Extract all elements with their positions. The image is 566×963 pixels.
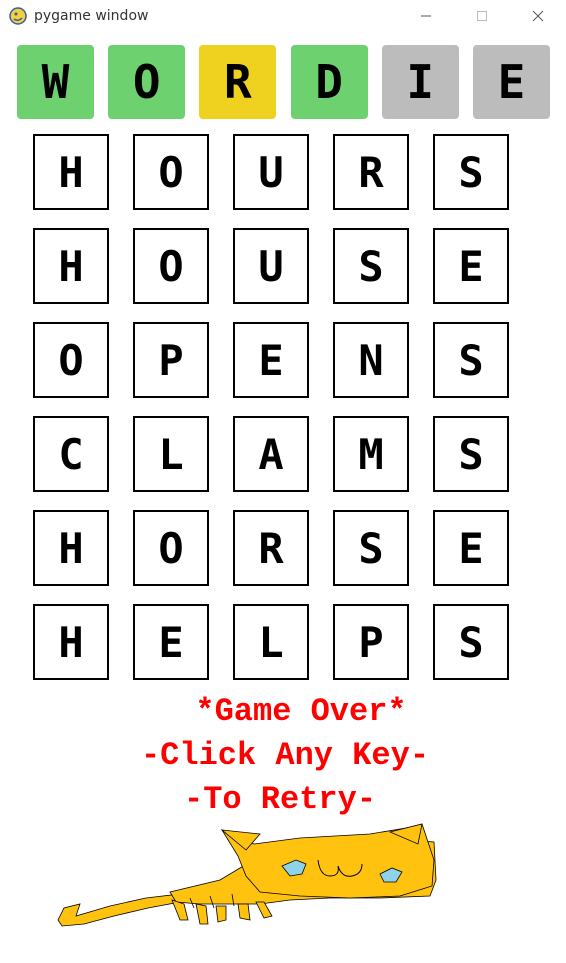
title-bar: pygame window xyxy=(0,0,566,32)
letter-cell: U xyxy=(233,134,309,210)
window-title: pygame window xyxy=(34,8,149,24)
letter-cell: H xyxy=(33,134,109,210)
guess-row: H O U R S xyxy=(33,134,509,210)
letter-cell: H xyxy=(33,510,109,586)
cat-leg xyxy=(215,905,227,923)
letter-cell: E xyxy=(433,228,509,304)
maximize-icon xyxy=(477,11,487,21)
pygame-snake-icon xyxy=(9,7,27,25)
close-button[interactable] xyxy=(510,0,566,32)
cat-leg xyxy=(237,903,251,921)
letter-cell: O xyxy=(133,134,209,210)
logo-tile: E xyxy=(472,45,550,119)
letter-cell: S xyxy=(333,510,409,586)
maximize-button[interactable] xyxy=(454,0,510,32)
retry-text: -To Retry- xyxy=(183,781,377,818)
letter-cell: U xyxy=(233,228,309,304)
letter-cell: N xyxy=(333,322,409,398)
logo-tile: R xyxy=(199,45,277,119)
logo-tile: O xyxy=(108,45,186,119)
letter-cell: L xyxy=(133,416,209,492)
letter-cell: H xyxy=(33,604,109,680)
close-icon xyxy=(532,10,544,22)
guess-row: H O R S E xyxy=(33,510,509,586)
letter-cell: O xyxy=(133,510,209,586)
letter-cell: O xyxy=(33,322,109,398)
letter-cell: E xyxy=(133,604,209,680)
letter-cell: S xyxy=(433,134,509,210)
letter-cell: H xyxy=(33,228,109,304)
cat-leg xyxy=(195,903,209,925)
letter-cell: E xyxy=(233,322,309,398)
cat-tail xyxy=(57,893,181,927)
minimize-icon xyxy=(421,15,431,17)
wordie-logo: W O R D I E xyxy=(17,45,550,119)
letter-cell: L xyxy=(233,604,309,680)
cat-drawing xyxy=(57,823,437,927)
guess-board: H O U R S H O U S E O P E N S C L A M S … xyxy=(33,134,509,698)
letter-cell: S xyxy=(433,322,509,398)
letter-cell: E xyxy=(433,510,509,586)
letter-cell: S xyxy=(433,604,509,680)
game-over-text: *Game Over* xyxy=(195,693,407,730)
logo-tile: D xyxy=(290,45,368,119)
letter-cell: P xyxy=(133,322,209,398)
guess-row: O P E N S xyxy=(33,322,509,398)
letter-cell: R xyxy=(233,510,309,586)
letter-cell: M xyxy=(333,416,409,492)
letter-cell: A xyxy=(233,416,309,492)
cat-leg xyxy=(255,901,273,919)
minimize-button[interactable] xyxy=(398,0,454,32)
letter-cell: S xyxy=(333,228,409,304)
letter-cell: R xyxy=(333,134,409,210)
guess-row: H O U S E xyxy=(33,228,509,304)
letter-cell: C xyxy=(33,416,109,492)
letter-cell: P xyxy=(333,604,409,680)
guess-row: H E L P S xyxy=(33,604,509,680)
guess-row: C L A M S xyxy=(33,416,509,492)
window-controls xyxy=(398,0,566,32)
letter-cell: S xyxy=(433,416,509,492)
logo-tile: I xyxy=(381,45,459,119)
click-any-key-text: -Click Any Key- xyxy=(140,737,430,774)
letter-cell: O xyxy=(133,228,209,304)
logo-tile: W xyxy=(17,45,94,119)
